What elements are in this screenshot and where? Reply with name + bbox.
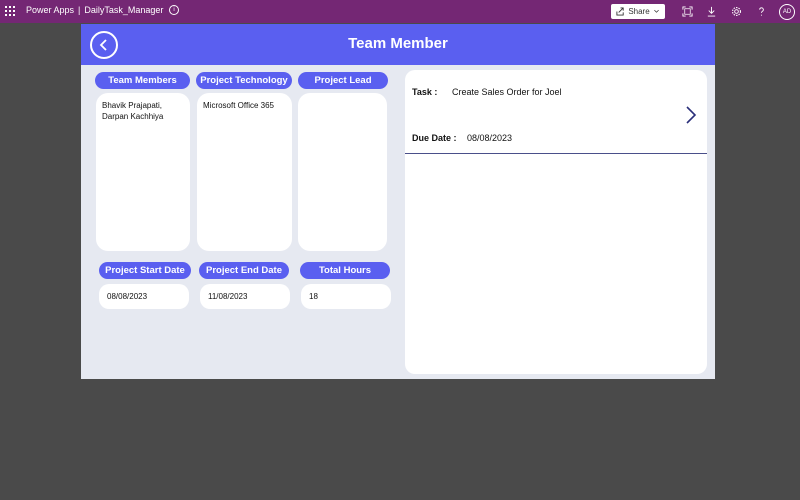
chevron-down-icon [653, 9, 659, 13]
project-lead-box [298, 93, 387, 251]
page-title: Team Member [348, 35, 448, 52]
divider [405, 153, 707, 154]
project-start-date-label: Project Start Date [99, 262, 191, 279]
task-value: Create Sales Order for Joel [452, 87, 562, 97]
app-file-name: DailyTask_Manager [84, 5, 164, 15]
app-canvas: Team Member Team Members Project Technol… [81, 24, 715, 379]
project-start-date-field: 08/08/2023 [99, 284, 189, 309]
project-lead-label: Project Lead [298, 72, 388, 89]
screen-header: Team Member [81, 24, 715, 65]
share-label: Share [628, 7, 650, 16]
project-technology-label: Project Technology [196, 72, 292, 89]
due-date-value: 08/08/2023 [467, 133, 513, 143]
project-technology-box: Microsoft Office 365 [197, 93, 292, 251]
project-end-date-label: Project End Date [199, 262, 289, 279]
fit-to-window-icon[interactable] [680, 4, 694, 18]
app-top-bar: Power Apps | DailyTask_Manager i Share AD [0, 0, 800, 23]
info-icon[interactable]: i [169, 5, 179, 15]
total-hours-value: 18 [309, 292, 318, 301]
total-hours-field: 18 [301, 284, 391, 309]
project-technology-value: Microsoft Office 365 [203, 101, 274, 110]
avatar[interactable]: AD [779, 4, 795, 20]
project-start-date-value: 08/08/2023 [107, 292, 148, 301]
gear-icon[interactable] [729, 4, 743, 18]
team-members-label: Team Members [95, 72, 190, 89]
due-date-label: Due Date : [412, 133, 457, 143]
chevron-right-icon[interactable] [684, 104, 698, 126]
team-members-value: Bhavik Prajapati, Darpan Kachhiya [102, 101, 164, 121]
app-title: Power Apps | DailyTask_Manager [26, 5, 163, 15]
team-members-box: Bhavik Prajapati, Darpan Kachhiya [96, 93, 190, 251]
task-label: Task : [412, 87, 438, 97]
project-end-date-value: 11/08/2023 [208, 292, 248, 301]
help-icon[interactable] [754, 4, 768, 18]
project-lead-value [298, 93, 387, 107]
app-launcher-icon[interactable] [5, 6, 15, 16]
total-hours-label: Total Hours [300, 262, 390, 279]
share-button[interactable]: Share [611, 4, 665, 19]
task-card[interactable]: Task : Create Sales Order for Joel Due D… [405, 70, 707, 374]
title-separator: | [78, 5, 81, 15]
project-end-date-field: 11/08/2023 [200, 284, 290, 309]
download-icon[interactable] [704, 4, 718, 18]
app-name: Power Apps [26, 5, 75, 15]
share-icon [616, 7, 624, 16]
